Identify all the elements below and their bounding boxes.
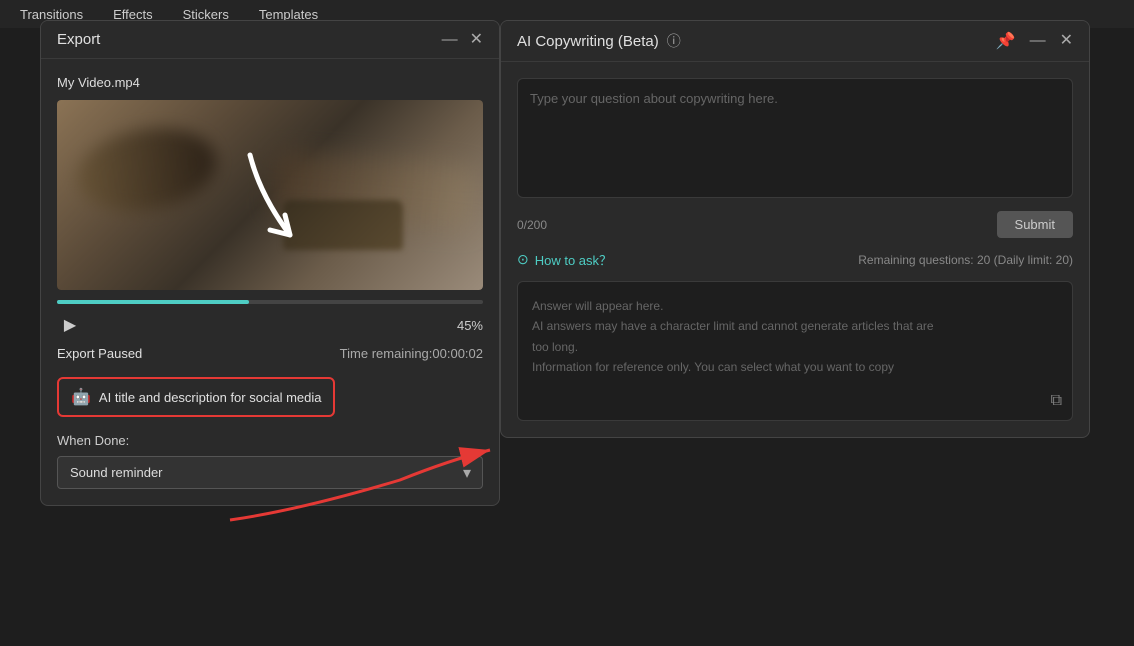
- when-done-label: When Done:: [57, 433, 483, 448]
- char-count: 0/200: [517, 218, 547, 232]
- ai-copywriting-dialog: AI Copywriting (Beta) ⓘ 📌 — ✕ 0/200 Subm…: [500, 20, 1090, 438]
- ai-btn-icon: 🤖: [71, 387, 91, 407]
- answer-area: Answer will appear here. AI answers may …: [517, 281, 1073, 421]
- ai-dialog-title: AI Copywriting (Beta): [517, 33, 659, 50]
- time-remaining: Time remaining:00:00:02: [340, 346, 483, 361]
- how-to-circle-icon: ⊙: [517, 251, 529, 268]
- export-title: Export: [57, 31, 100, 48]
- ai-close-btn[interactable]: ✕: [1060, 33, 1073, 49]
- pin-icon[interactable]: 📌: [996, 31, 1016, 51]
- video-filename: My Video.mp4: [57, 75, 483, 90]
- export-dialog: Export — ✕ My Video.mp4 ▶: [40, 20, 500, 506]
- export-percentage: 45%: [457, 318, 483, 333]
- progress-bar-container: [57, 300, 483, 304]
- how-to-link[interactable]: How to ask？: [535, 250, 612, 269]
- export-status-row: Export Paused Time remaining:00:00:02: [57, 346, 483, 361]
- ai-social-media-btn[interactable]: 🤖 AI title and description for social me…: [57, 377, 335, 417]
- export-status-text: Export Paused: [57, 346, 142, 361]
- export-titlebar-controls: — ✕: [442, 32, 483, 48]
- submit-btn[interactable]: Submit: [997, 211, 1073, 238]
- sound-reminder-select[interactable]: Sound reminder Open folder Shut down Non…: [57, 456, 483, 489]
- progress-bar-fill: [57, 300, 249, 304]
- ai-minimize-btn[interactable]: —: [1030, 33, 1046, 49]
- ai-dialog-body: 0/200 Submit ⊙ How to ask？ Remaining que…: [501, 62, 1089, 437]
- export-close-btn[interactable]: ✕: [470, 32, 483, 48]
- info-icon[interactable]: ⓘ: [667, 31, 681, 51]
- answer-line-1: AI answers may have a character limit an…: [532, 316, 1058, 336]
- ai-dialog-titlebar: AI Copywriting (Beta) ⓘ 📌 — ✕: [501, 21, 1089, 62]
- export-titlebar: Export — ✕: [41, 21, 499, 59]
- remaining-questions: Remaining questions: 20 (Daily limit: 20…: [858, 253, 1073, 267]
- video-thumbnail: [57, 100, 483, 290]
- copy-btn[interactable]: ⧉: [1051, 392, 1062, 410]
- video-preview: [57, 100, 483, 290]
- sound-reminder-select-wrapper: Sound reminder Open folder Shut down Non…: [57, 456, 483, 489]
- export-dialog-body: My Video.mp4 ▶ 45% Export Paus: [41, 59, 499, 505]
- answer-line-0: Answer will appear here.: [532, 296, 1058, 316]
- ai-btn-label: AI title and description for social medi…: [99, 390, 322, 405]
- arrow-sketch: [220, 135, 320, 255]
- char-count-row: 0/200 Submit: [517, 211, 1073, 238]
- motion-blur-overlay-1: [71, 118, 223, 221]
- how-to-row: ⊙ How to ask？ Remaining questions: 20 (D…: [517, 250, 1073, 269]
- export-controls: ▶ 45%: [57, 312, 483, 338]
- ai-titlebar-controls: 📌 — ✕: [996, 31, 1073, 51]
- answer-line-3: Information for reference only. You can …: [532, 357, 1058, 377]
- play-icon: ▶: [64, 315, 76, 335]
- question-textarea[interactable]: [517, 78, 1073, 198]
- ai-title-left: AI Copywriting (Beta) ⓘ: [517, 31, 681, 51]
- export-minimize-btn[interactable]: —: [442, 32, 458, 48]
- answer-text: Answer will appear here. AI answers may …: [532, 296, 1058, 378]
- how-to-left: ⊙ How to ask？: [517, 250, 612, 269]
- answer-line-2: too long.: [532, 337, 1058, 357]
- play-pause-btn[interactable]: ▶: [57, 312, 83, 338]
